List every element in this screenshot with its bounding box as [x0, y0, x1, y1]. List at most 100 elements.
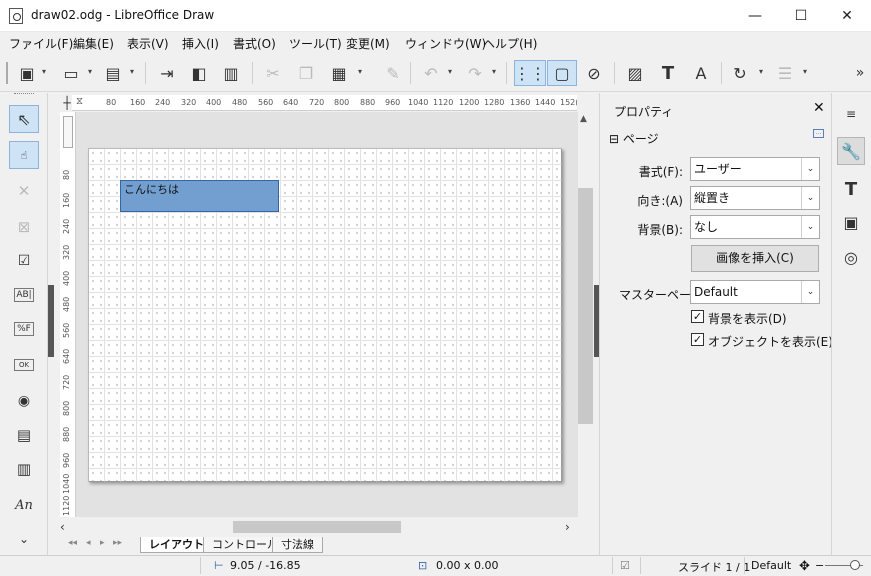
align-dropdown-arrow[interactable]: ▾ [801, 67, 809, 77]
insert-image-button[interactable]: 画像を挿入(C) [691, 245, 819, 272]
menu-tools[interactable]: ツール(T) [289, 35, 342, 52]
maximize-button[interactable]: ☐ [778, 0, 824, 32]
formatted-field-icon[interactable]: %F [14, 322, 34, 336]
insert-textbox-icon[interactable]: T [655, 60, 681, 86]
orientation-select[interactable]: 縦置き ⌄ [690, 186, 820, 210]
toolbar-separator [252, 62, 253, 84]
combo-box-icon[interactable]: ▥ [9, 455, 39, 483]
list-box-icon[interactable]: ▤ [9, 421, 39, 449]
fit-page-icon[interactable]: ✥ [799, 559, 810, 574]
text-rectangle-shape[interactable]: こんにちは [120, 180, 279, 212]
cut-icon[interactable]: ✂ [260, 60, 286, 86]
text-box-control-icon[interactable]: AB| [14, 288, 34, 302]
vertical-scroll-thumb[interactable] [578, 188, 593, 424]
scroll-up-arrow[interactable]: ▲ [580, 114, 587, 124]
push-button-control-icon[interactable]: OK [14, 359, 34, 371]
rotate-dropdown-arrow[interactable]: ▾ [757, 67, 765, 77]
menu-file[interactable]: ファイル(F) [9, 35, 73, 52]
scroll-left-arrow[interactable]: ‹ [60, 520, 65, 534]
scroll-right-arrow[interactable]: › [565, 520, 570, 534]
option-button-icon[interactable]: ◉ [9, 387, 39, 415]
open-dropdown-arrow[interactable]: ▾ [86, 67, 94, 77]
menu-window[interactable]: ウィンドウ(W) [405, 35, 486, 52]
format-select[interactable]: ユーザー ⌄ [690, 157, 820, 181]
redo-icon[interactable]: ↷ [462, 60, 488, 86]
show-background-checkbox[interactable]: ✓ [691, 310, 704, 323]
document-modified-icon[interactable]: ☑ [620, 559, 630, 572]
save-dropdown-arrow[interactable]: ▾ [128, 67, 136, 77]
left-panel-handle[interactable] [48, 285, 54, 357]
horizontal-ruler[interactable]: ⧖ 80 160 240 320 400 480 560 640 720 800… [72, 95, 577, 111]
ruler-tick: 240 [62, 218, 71, 234]
last-tab-arrow[interactable]: ▸▸ [113, 538, 122, 548]
ruler-tick: 560 [62, 322, 71, 338]
more-options-icon[interactable]: … [813, 129, 824, 138]
chevron-down-icon: ⌄ [801, 281, 819, 303]
clone-formatting-icon[interactable]: ✎ [380, 60, 406, 86]
first-tab-arrow[interactable]: ◂◂ [68, 538, 77, 548]
ruler-margin-marker [63, 116, 73, 148]
styles-icon[interactable]: T [837, 175, 865, 203]
print-icon[interactable]: ▥ [218, 60, 244, 86]
export-icon[interactable]: ⇥ [154, 60, 180, 86]
paste-dropdown-arrow[interactable]: ▾ [356, 67, 364, 77]
copy-icon[interactable]: ❐ [293, 60, 319, 86]
menu-insert[interactable]: 挿入(I) [182, 35, 219, 52]
redo-dropdown-arrow[interactable]: ▾ [490, 67, 498, 77]
select-pointer-icon[interactable]: ⇖ [9, 105, 39, 133]
toolbar-overflow-button[interactable]: » [852, 60, 868, 86]
horizontal-scroll-thumb[interactable] [233, 521, 401, 533]
sidebar-menu-icon[interactable]: ≡ [837, 100, 865, 128]
rotate-icon[interactable]: ↻ [727, 60, 753, 86]
insert-fontwork-icon[interactable]: A [688, 60, 714, 86]
ruler-tick: 800 [334, 98, 350, 107]
display-grid-icon[interactable]: ⋮⋮ [514, 60, 546, 86]
zoom-out-icon[interactable]: − [815, 559, 824, 572]
master-page-select[interactable]: Default ⌄ [690, 280, 820, 304]
checkbox-control-icon[interactable]: ☑ [9, 247, 39, 275]
show-objects-checkbox[interactable]: ✓ [691, 333, 704, 346]
open-folder-icon[interactable]: ▭ [58, 60, 84, 86]
save-icon[interactable]: ▤ [100, 60, 126, 86]
new-document-icon[interactable]: ▣ [14, 60, 40, 86]
menu-modify[interactable]: 変更(M) [346, 35, 390, 52]
more-controls-icon[interactable]: ⌄ [9, 529, 39, 549]
control-properties-icon[interactable]: ✕ [9, 177, 39, 205]
properties-wrench-icon[interactable]: 🔧 [837, 137, 865, 165]
undo-icon[interactable]: ↶ [418, 60, 444, 86]
gallery-icon[interactable]: ▣ [837, 208, 865, 236]
close-button[interactable]: ✕ [824, 0, 870, 32]
design-mode-icon[interactable]: ☝ [9, 141, 39, 169]
minimize-button[interactable]: — [732, 0, 778, 32]
menu-view[interactable]: 表示(V) [127, 35, 169, 52]
paste-icon[interactable]: ▦ [326, 60, 352, 86]
menu-format[interactable]: 書式(O) [233, 35, 276, 52]
helplines-icon[interactable]: ▢ [547, 60, 577, 86]
zoom-pan-icon[interactable]: ⊘ [581, 60, 607, 86]
menu-help[interactable]: ヘルプ(H) [483, 35, 537, 52]
insert-image-icon[interactable]: ▨ [622, 60, 648, 86]
ruler-tick: 880 [62, 426, 71, 442]
orientation-value: 縦置き [694, 191, 731, 205]
form-properties-icon[interactable]: ⊠ [9, 213, 39, 241]
vertical-ruler[interactable]: 80 160 240 320 400 480 560 640 720 800 8… [60, 112, 76, 517]
prev-tab-arrow[interactable]: ◂ [86, 538, 91, 548]
toolbar-separator [145, 62, 146, 84]
align-objects-icon[interactable]: ☰ [772, 60, 798, 86]
zoom-slider-thumb[interactable] [850, 560, 860, 570]
ruler-tick: 480 [62, 296, 71, 312]
export-pdf-icon[interactable]: ◧ [186, 60, 212, 86]
tab-dimension-lines[interactable]: 寸法線 [272, 537, 323, 553]
status-separator [612, 557, 613, 574]
next-tab-arrow[interactable]: ▸ [100, 538, 105, 548]
label-field-icon[interactable]: An [9, 491, 39, 519]
sidebar-close-icon[interactable]: ✕ [813, 100, 825, 116]
new-dropdown-arrow[interactable]: ▾ [40, 67, 48, 77]
undo-dropdown-arrow[interactable]: ▾ [446, 67, 454, 77]
page-section-header[interactable]: ⊟ ページ [609, 130, 659, 147]
toolbar-separator [614, 62, 615, 84]
navigator-icon[interactable]: ◎ [837, 243, 865, 271]
background-select[interactable]: なし ⌄ [690, 215, 820, 239]
ruler-tick: 1120 [62, 495, 71, 516]
menu-edit[interactable]: 編集(E) [73, 35, 114, 52]
